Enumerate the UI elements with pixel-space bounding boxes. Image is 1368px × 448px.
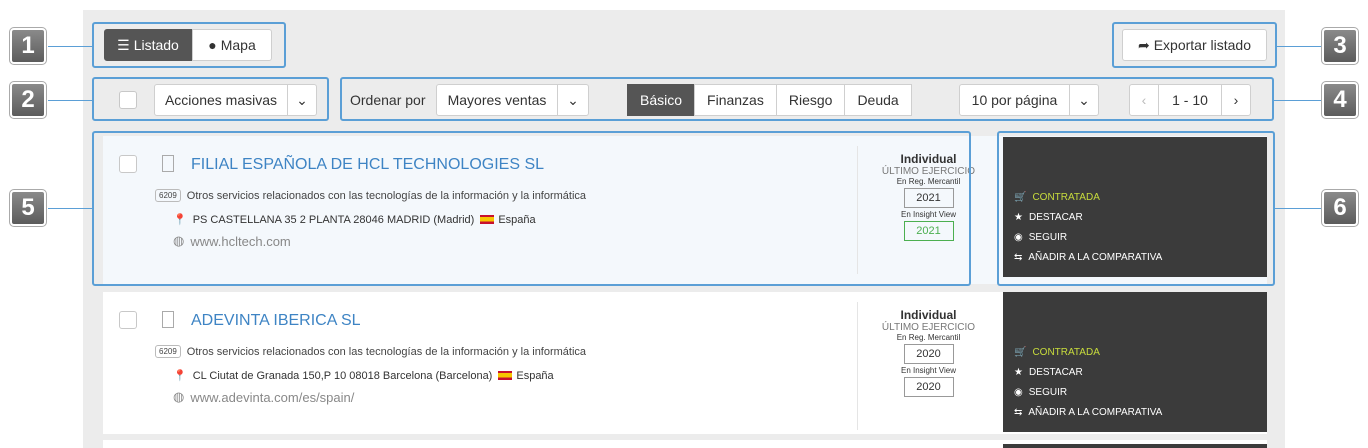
compare-arrows-icon: ⇆ (1014, 407, 1023, 418)
account-type: Individual (900, 308, 957, 322)
highlight-actions (997, 131, 1275, 286)
callout-line-4 (1274, 100, 1322, 101)
ultimo-ejercicio-label: ÚLTIMO EJERCICIO (881, 322, 976, 333)
reg-mercantil-label: En Reg. Mercantil (896, 333, 961, 342)
callout-line-3 (1277, 46, 1322, 47)
callout-line-6 (1275, 208, 1322, 209)
next-row-dark-hint (1003, 444, 1267, 448)
callout-badge-3: 3 (1321, 27, 1359, 65)
globe-icon: ◍ (173, 389, 185, 404)
highlight-mass-actions (92, 77, 329, 121)
cnae-code: 6209 (155, 345, 181, 358)
spain-flag-icon (498, 371, 513, 380)
map-pin-icon: 📍 (173, 370, 187, 382)
callout-line-5 (48, 208, 92, 209)
ejercicio-box: Individual ÚLTIMO EJERCICIO En Reg. Merc… (857, 302, 999, 430)
highlight-company-info (92, 131, 971, 286)
reg-mercantil-year: 2020 (903, 344, 954, 364)
comparar-action[interactable]: ⇆ AÑADIR A LA COMPARATIVA (1014, 407, 1162, 418)
activity-text: Otros servicios relacionados con las tec… (186, 345, 587, 358)
actions-panel: 🛒 CONTRATADA ★ DESTACAR ◉ SEGUIR ⇆ AÑADIR A … (1003, 292, 1267, 432)
eye-icon: ◉ (1014, 387, 1023, 398)
callout-badge-1: 1 (9, 27, 47, 65)
cart-icon: 🛒 (1014, 347, 1027, 358)
activity-row: 6209 Otros servicios relacionados con la… (155, 345, 586, 358)
insight-view-year: 2020 (903, 377, 954, 397)
callout-badge-6: 6 (1321, 189, 1359, 227)
callout-line-2 (48, 100, 92, 101)
website-link[interactable]: www.adevinta.com/es/spain/ (190, 390, 354, 405)
callout-badge-2: 2 (9, 81, 47, 119)
star-icon: ★ (1014, 367, 1023, 378)
address-row: 📍 CL Ciutat de Granada 150,P 10 08018 Ba… (173, 369, 554, 383)
insight-view-label: En Insight View (901, 366, 956, 375)
callout-badge-5: 5 (9, 189, 47, 227)
address-text: CL Ciutat de Granada 150,P 10 08018 Barc… (192, 369, 493, 382)
company-name-link[interactable]: ADEVINTA IBERICA SL (191, 312, 361, 330)
callout-badge-4: 4 (1321, 81, 1359, 119)
highlight-export (1112, 22, 1277, 68)
company-checkbox[interactable] (119, 311, 137, 329)
contratada-action[interactable]: 🛒 CONTRATADA (1014, 347, 1100, 358)
building-icon (162, 311, 174, 328)
highlight-sort-pagination (340, 77, 1274, 121)
country-text: España (516, 369, 554, 382)
web-row: ◍ www.adevinta.com/es/spain/ (173, 389, 354, 405)
destacar-action[interactable]: ★ DESTACAR (1014, 367, 1083, 378)
callout-line-1 (48, 46, 92, 47)
highlight-view-toggle (92, 22, 286, 68)
seguir-action[interactable]: ◉ SEGUIR (1014, 387, 1067, 398)
